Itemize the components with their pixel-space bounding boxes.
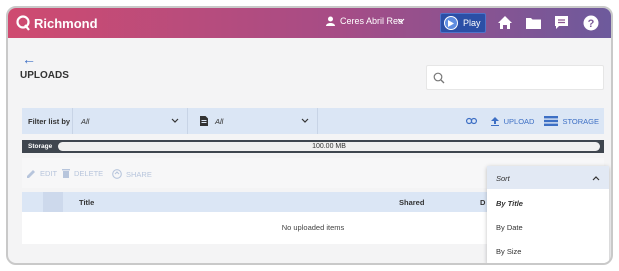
column-date[interactable]: D — [480, 198, 485, 207]
brand-logo[interactable]: Richmond — [16, 14, 98, 32]
filter-label: Filter list by — [28, 117, 71, 126]
play-label: Play — [463, 18, 481, 28]
user-name: Ceres Abril Rea — [340, 16, 404, 26]
storage-bar: Storage 100.00 MB — [22, 140, 604, 153]
sort-dropdown[interactable]: Sort By Title By Date By Size — [487, 166, 609, 263]
column-shared[interactable]: Shared — [399, 198, 424, 207]
edit-label: EDIT — [40, 169, 58, 178]
sort-option-by-date[interactable]: By Date — [496, 223, 523, 232]
document-filter-select[interactable]: All — [187, 108, 317, 134]
storage-list-icon — [544, 116, 559, 126]
svg-text:?: ? — [588, 18, 595, 30]
play-icon — [444, 16, 458, 30]
type-filter-value: All — [81, 116, 90, 126]
upload-icon — [490, 116, 499, 126]
back-arrow-icon[interactable]: ← — [22, 52, 36, 66]
chevron-down-icon[interactable] — [397, 18, 405, 24]
sort-option-by-title[interactable]: By Title — [496, 199, 523, 208]
document-icon — [200, 116, 208, 126]
search-icon — [433, 72, 445, 84]
message-icon[interactable] — [555, 16, 568, 30]
column-title[interactable]: Title — [79, 198, 94, 207]
user-icon — [326, 16, 335, 26]
filter-bar: Filter list by All All UPLOAD STORAGE — [22, 108, 604, 134]
user-menu[interactable]: Ceres Abril Rea — [326, 16, 403, 26]
help-icon[interactable]: ? — [583, 15, 599, 31]
upload-label: UPLOAD — [503, 116, 535, 126]
chevron-down-icon — [171, 118, 179, 123]
filter-divider — [317, 108, 326, 134]
sort-label: Sort — [496, 174, 510, 183]
trash-icon — [62, 169, 70, 178]
storage-progress: 100.00 MB — [58, 142, 600, 151]
type-filter-select[interactable]: All — [72, 108, 187, 134]
share-button[interactable]: SHARE — [112, 169, 152, 179]
storage-label: STORAGE — [562, 116, 599, 126]
richmond-logo-icon — [16, 15, 30, 31]
action-group: UPLOAD STORAGE — [465, 116, 599, 126]
chevron-up-icon — [592, 176, 600, 181]
storage-used-text: 100.00 MB — [312, 143, 346, 150]
upload-button[interactable]: UPLOAD — [490, 116, 535, 126]
sort-option-by-size[interactable]: By Size — [496, 247, 521, 256]
storage-title: Storage — [28, 143, 53, 150]
page-title: UPLOADS — [20, 70, 69, 81]
home-icon[interactable] — [497, 15, 513, 30]
delete-label: DELETE — [74, 169, 104, 178]
pencil-icon — [27, 170, 35, 178]
edit-button[interactable]: EDIT — [27, 169, 57, 178]
app-window: Richmond Ceres Abril Rea Play ? ← UPLOAD… — [6, 6, 613, 265]
select-all-cell[interactable] — [43, 192, 63, 212]
search-input[interactable] — [426, 65, 604, 90]
document-filter-value: All — [215, 116, 224, 126]
brand-name: Richmond — [34, 15, 98, 31]
sort-dropdown-header[interactable]: Sort — [487, 166, 609, 189]
chevron-down-icon — [301, 118, 309, 123]
storage-button[interactable]: STORAGE — [544, 116, 599, 126]
link-icon[interactable] — [465, 117, 477, 125]
share-label: SHARE — [126, 169, 152, 179]
play-button[interactable]: Play — [440, 13, 486, 33]
top-header: Richmond Ceres Abril Rea Play ? — [8, 8, 611, 38]
delete-button[interactable]: DELETE — [62, 169, 103, 178]
folder-icon[interactable] — [526, 17, 541, 29]
share-icon — [112, 169, 122, 179]
